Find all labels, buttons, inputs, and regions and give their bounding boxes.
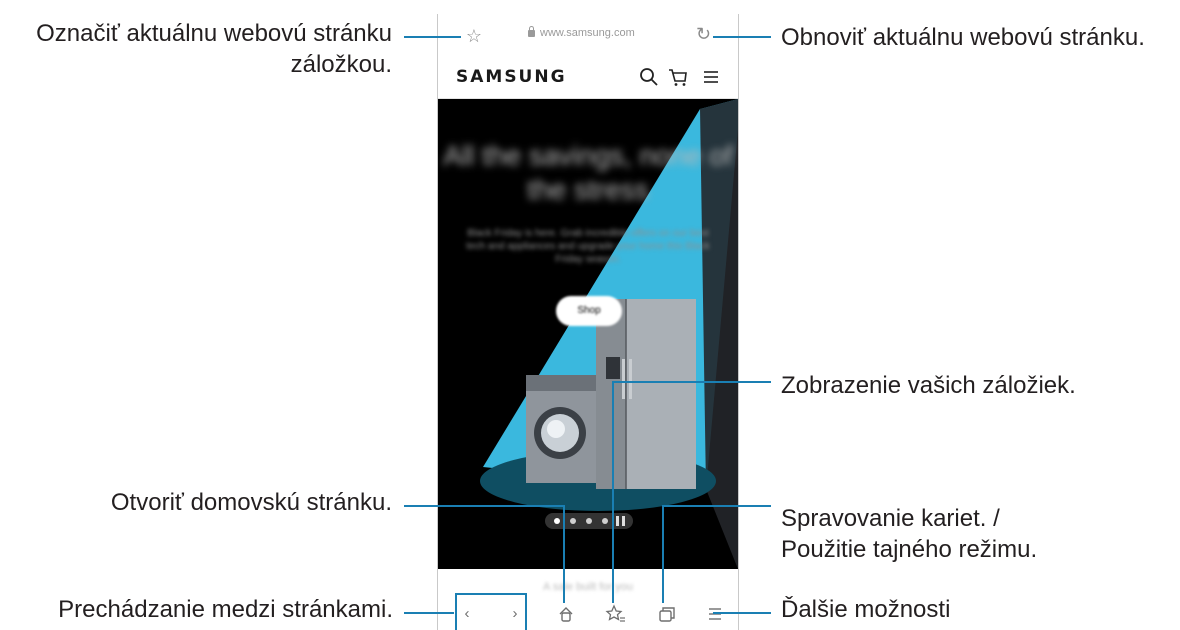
callout-manage-tabs-line1: Spravovanie kariet. / — [781, 505, 1000, 532]
carousel-dot[interactable] — [602, 518, 608, 524]
site-header: SAMSUNG — [438, 58, 738, 99]
search-icon[interactable] — [638, 66, 660, 88]
more-options-icon[interactable] — [703, 603, 727, 625]
line-manage-tabs-vertical — [662, 505, 664, 603]
line-bookmark-page — [404, 36, 461, 38]
callout-more-options: Ďalšie možnosti — [781, 596, 951, 623]
phone-screen: ☆ www.samsung.com ↻ SAMSUNG All the savi… — [437, 14, 739, 630]
carousel-dot[interactable] — [554, 518, 560, 524]
line-navigate-pages — [404, 612, 454, 614]
carousel-dot[interactable] — [586, 518, 592, 524]
pause-icon-bar — [622, 516, 625, 526]
callout-bookmark-page: Označiť aktuálnu webovú stránku záložkou… — [6, 18, 392, 80]
callout-navigate-pages: Prechádzanie medzi stránkami. — [58, 596, 393, 623]
home-icon[interactable] — [554, 603, 578, 625]
line-more-options — [713, 612, 771, 614]
carousel-indicator[interactable] — [545, 513, 633, 529]
line-open-home-vertical — [563, 505, 565, 603]
line-view-bookmarks-vertical — [612, 381, 614, 603]
url-bar: ☆ www.samsung.com ↻ — [438, 14, 738, 58]
url-text[interactable]: www.samsung.com — [540, 27, 635, 39]
refresh-icon[interactable]: ↻ — [696, 24, 711, 45]
shop-button[interactable]: Shop — [556, 296, 622, 326]
tabs-icon[interactable] — [654, 603, 678, 625]
section-heading: A sale built for you — [543, 581, 633, 593]
callout-open-home: Otvoriť domovskú stránku. — [110, 489, 392, 516]
line-manage-tabs — [662, 505, 771, 507]
pause-icon[interactable] — [616, 516, 619, 526]
carousel-dot[interactable] — [570, 518, 576, 524]
samsung-logo[interactable]: SAMSUNG — [456, 67, 567, 87]
lock-icon — [528, 26, 535, 37]
callout-manage-tabs-line2: Použitie tajného režimu. — [781, 536, 1038, 563]
line-refresh-page — [713, 36, 771, 38]
callout-bookmark-page-text: Označiť aktuálnu webovú stránku záložkou… — [36, 20, 392, 78]
callout-view-bookmarks: Zobrazenie vašich záložiek. — [781, 372, 1076, 399]
menu-icon[interactable] — [700, 66, 722, 88]
cart-icon[interactable] — [667, 66, 689, 88]
hero-title: All the savings, none of the stress — [443, 140, 733, 205]
bookmark-star-icon[interactable]: ☆ — [464, 26, 484, 46]
line-view-bookmarks — [612, 381, 771, 383]
bottom-toolbar: ‹ › — [438, 593, 738, 630]
bookmarks-icon[interactable] — [604, 603, 628, 625]
callout-refresh-page: Obnoviť aktuálnu webovú stránku. — [781, 24, 1145, 51]
line-open-home — [404, 505, 564, 507]
callout-manage-tabs: Spravovanie kariet. / Použitie tajného r… — [781, 503, 1037, 565]
hero-banner[interactable]: All the savings, none of the stress Blac… — [438, 99, 738, 569]
hero-subtitle: Black Friday is here. Grab incredible of… — [466, 228, 710, 265]
back-forward-highlight — [455, 593, 527, 630]
